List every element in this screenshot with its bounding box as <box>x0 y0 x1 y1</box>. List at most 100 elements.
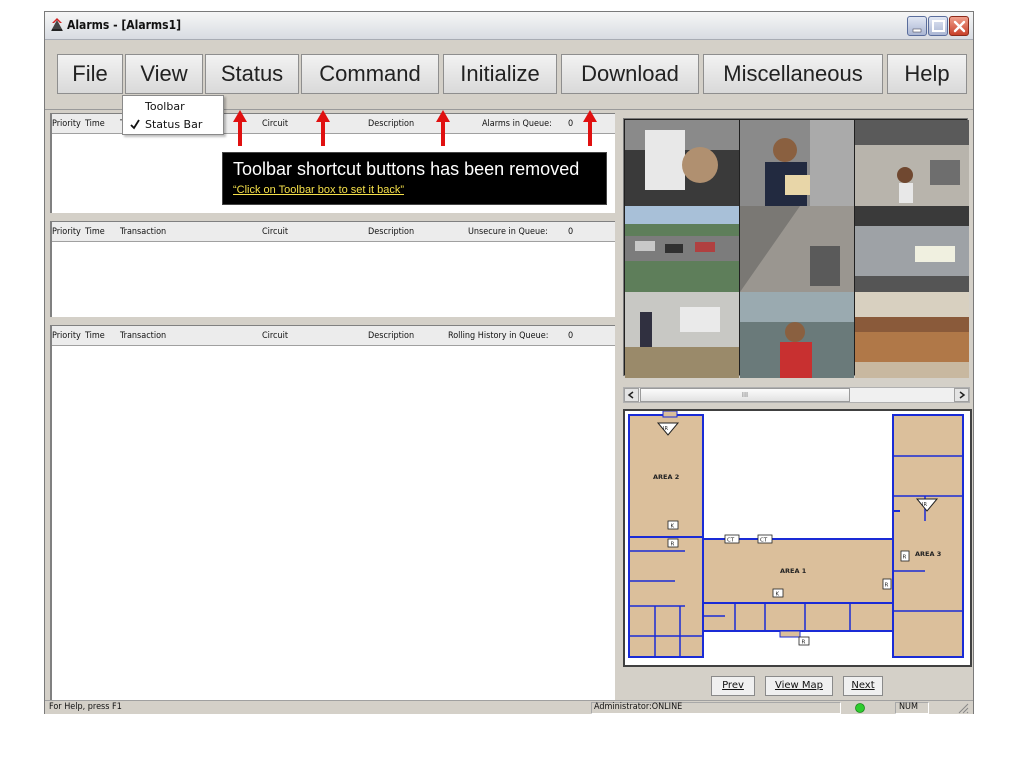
col-priority[interactable]: Priority <box>52 331 81 341</box>
menu-help[interactable]: Help <box>887 54 967 94</box>
camera-feed[interactable] <box>740 292 854 378</box>
maximize-button[interactable] <box>928 16 948 36</box>
rolling-history-pane[interactable]: Priority Time Transaction Circuit Descri… <box>50 325 615 700</box>
scroll-right-button[interactable] <box>954 388 969 402</box>
reader-marker[interactable]: K <box>772 588 784 598</box>
reader-marker[interactable]: K <box>667 520 679 530</box>
window-title: Alarms - [Alarms1] <box>67 18 182 32</box>
view-dropdown-menu: Toolbar Status Bar <box>122 95 224 135</box>
camera-feed[interactable] <box>855 206 969 292</box>
menu-item-toolbar[interactable]: Toolbar <box>127 99 221 115</box>
scroll-left-button[interactable] <box>624 388 639 402</box>
svg-text:CT: CT <box>760 538 768 544</box>
floor-plan-map[interactable]: AREA 2 AREA 1 AREA 3 IR IR K R CT CT K R… <box>623 409 972 667</box>
chevron-right-icon <box>959 391 966 399</box>
reader-marker[interactable]: CT <box>724 534 740 544</box>
rolling-history-pane-header: Priority Time Transaction Circuit Descri… <box>52 326 615 346</box>
reader-marker[interactable]: R <box>900 550 910 562</box>
menu-file[interactable]: File <box>57 54 123 94</box>
map-label-area3: AREA 3 <box>915 550 941 558</box>
user-status: Administrator:ONLINE <box>594 702 683 712</box>
camera-feed[interactable] <box>625 206 739 292</box>
queue-label: Rolling History in Queue: <box>448 331 549 341</box>
col-circuit[interactable]: Circuit <box>262 119 288 129</box>
red-arrow-icon <box>316 110 330 146</box>
menu-item-label: Toolbar <box>145 100 185 113</box>
col-description[interactable]: Description <box>368 227 414 237</box>
reader-marker[interactable]: CT <box>757 534 773 544</box>
svg-text:R: R <box>903 555 907 561</box>
queue-label: Alarms in Queue: <box>482 119 552 129</box>
camera-feed[interactable] <box>855 292 969 378</box>
col-description[interactable]: Description <box>368 331 414 341</box>
menu-status[interactable]: Status <box>205 54 299 94</box>
callout-hint: “Click on Toolbar box to set it back” <box>233 184 404 196</box>
title-bar[interactable]: Alarms - [Alarms1] <box>45 12 973 40</box>
red-arrow-icon <box>583 110 597 146</box>
view-map-button[interactable]: View Map <box>765 676 833 696</box>
menu-view[interactable]: View <box>125 54 203 94</box>
unsecure-pane-header: Priority Time Transaction Circuit Descri… <box>52 222 615 242</box>
svg-text:R: R <box>671 542 675 548</box>
camera-grid <box>623 118 969 378</box>
queue-count: 0 <box>568 227 574 237</box>
col-circuit[interactable]: Circuit <box>262 331 288 341</box>
close-icon <box>953 20 966 33</box>
col-transaction[interactable]: Transaction <box>120 227 166 237</box>
svg-text:CT: CT <box>727 538 735 544</box>
camera-feed[interactable] <box>625 120 739 206</box>
col-transaction[interactable]: Transaction <box>120 331 166 341</box>
map-label-area2: AREA 2 <box>653 473 679 481</box>
svg-text:K: K <box>671 524 675 530</box>
status-bar: For Help, press F1 Administrator:ONLINE … <box>45 700 973 714</box>
num-lock-indicator: NUM <box>899 702 918 712</box>
col-circuit[interactable]: Circuit <box>262 227 288 237</box>
unsecure-pane[interactable]: Priority Time Transaction Circuit Descri… <box>50 221 615 317</box>
menu-command[interactable]: Command <box>301 54 439 94</box>
reader-marker[interactable]: R <box>798 636 810 646</box>
camera-feed[interactable] <box>740 120 854 206</box>
queue-count: 0 <box>568 119 574 129</box>
scroll-thumb[interactable]: III <box>640 388 850 402</box>
col-time[interactable]: Time <box>85 119 105 129</box>
callout-message: Toolbar shortcut buttons has been remove… <box>233 159 580 179</box>
resize-grip-icon[interactable] <box>957 702 969 714</box>
checkmark-icon <box>130 119 140 130</box>
reader-marker[interactable]: R <box>667 538 679 548</box>
floor-plan <box>628 411 964 658</box>
red-arrow-icon <box>233 110 247 146</box>
map-label-area1: AREA 1 <box>780 567 807 575</box>
red-arrow-icon <box>436 110 450 146</box>
menu-item-status-bar[interactable]: Status Bar <box>127 117 221 133</box>
col-priority[interactable]: Priority <box>52 227 81 237</box>
svg-text:K: K <box>776 592 780 598</box>
chevron-left-icon <box>627 391 634 399</box>
minimize-button[interactable] <box>907 16 927 36</box>
queue-label: Unsecure in Queue: <box>468 227 548 237</box>
reader-marker[interactable]: R <box>882 578 892 590</box>
camera-feed[interactable] <box>740 206 854 292</box>
svg-text:IR: IR <box>663 426 668 432</box>
menu-miscellaneous[interactable]: Miscellaneous <box>703 54 883 94</box>
online-indicator-icon <box>855 703 865 713</box>
map-next-button[interactable]: Next <box>843 676 883 696</box>
map-prev-button[interactable]: Prev <box>711 676 755 696</box>
col-description[interactable]: Description <box>368 119 414 129</box>
svg-text:IR: IR <box>922 502 927 508</box>
col-time[interactable]: Time <box>85 227 105 237</box>
menu-initialize[interactable]: Initialize <box>443 54 557 94</box>
menu-download[interactable]: Download <box>561 54 699 94</box>
camera-scrollbar[interactable]: III <box>623 387 970 403</box>
toolbar-removed-callout: Toolbar shortcut buttons has been remove… <box>222 152 607 205</box>
close-button[interactable] <box>949 16 969 36</box>
col-time[interactable]: Time <box>85 331 105 341</box>
alarm-app-icon <box>51 18 63 31</box>
svg-text:R: R <box>802 640 806 646</box>
svg-text:R: R <box>885 583 889 589</box>
camera-feed[interactable] <box>855 120 969 206</box>
minimize-icon <box>912 28 922 33</box>
camera-feed[interactable] <box>625 292 739 378</box>
help-hint: For Help, press F1 <box>49 702 122 712</box>
right-pane: III AREA 2 AREA 1 AREA 3 IR IR K R CT CT… <box>621 113 973 700</box>
col-priority[interactable]: Priority <box>52 119 81 129</box>
